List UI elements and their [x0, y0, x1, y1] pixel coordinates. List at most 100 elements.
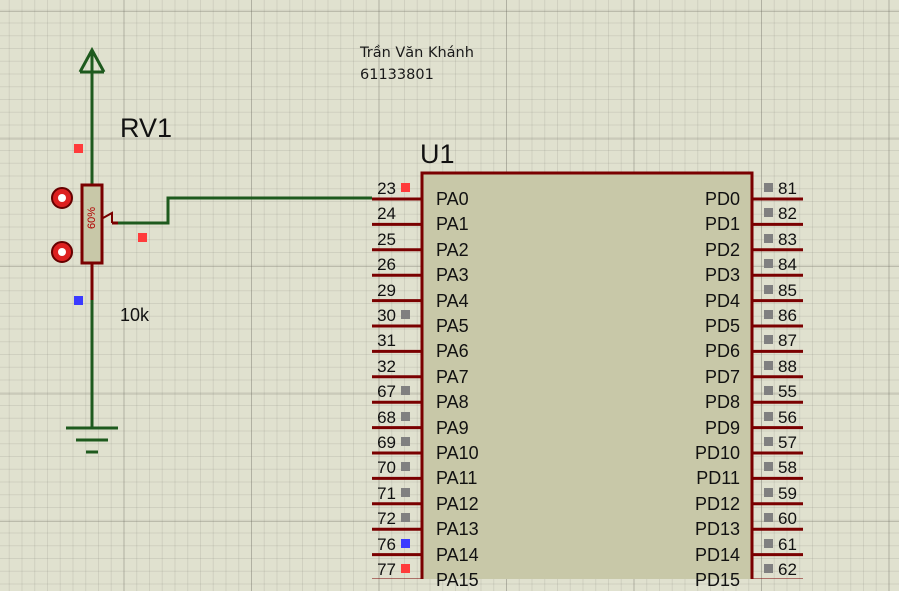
pin-state-indicator	[401, 310, 410, 319]
pin-name: PA12	[436, 493, 479, 514]
pin-name: PD0	[704, 189, 740, 209]
potentiometer-rv1[interactable]	[80, 183, 104, 300]
pin-number: 61	[778, 534, 797, 554]
pin-number: 82	[778, 204, 797, 224]
pin-state-indicator	[401, 437, 410, 446]
pin-name: PA2	[436, 239, 469, 260]
pin-name: PA9	[436, 417, 469, 438]
pin-number: 57	[778, 433, 797, 452]
rv1-bottom-state	[74, 296, 83, 305]
pin-name: PD1	[704, 214, 740, 235]
pin-number: 31	[377, 331, 396, 351]
pin-number: 23	[377, 179, 396, 198]
rv1-wiper-state	[138, 233, 147, 242]
pin-name: PD7	[704, 366, 740, 387]
pin-number: 81	[778, 179, 797, 198]
wiper-wire	[102, 196, 372, 225]
pin-name: PD14	[694, 544, 740, 565]
potentiometer-ref: RV1	[120, 113, 173, 143]
pin-number: 29	[377, 280, 396, 300]
pin-name: PA14	[436, 544, 479, 565]
pin-name: PD11	[696, 468, 740, 489]
pin-state-indicator	[401, 411, 410, 421]
pin-number: 24	[377, 204, 396, 224]
probe-plus-icon[interactable]	[51, 187, 73, 209]
pin-number: 58	[778, 458, 797, 478]
pin-name: PA3	[436, 265, 469, 286]
pin-state-indicator	[764, 487, 773, 497]
potentiometer-value: 10k	[120, 305, 150, 325]
pin-state-indicator	[764, 462, 773, 472]
chip-ref: U1	[420, 139, 455, 169]
pin-number: 76	[377, 534, 396, 554]
chip-u1-body[interactable]	[420, 171, 754, 579]
pin-name: PA13	[436, 519, 479, 540]
pin-name: PA8	[436, 392, 469, 413]
pin-number: 32	[377, 356, 396, 376]
pin-state-indicator	[764, 310, 773, 319]
pin-name: PD15	[694, 570, 740, 590]
pin-name: PD6	[704, 341, 740, 362]
pin-name: PA4	[436, 290, 469, 311]
pin-number: 69	[377, 433, 396, 452]
pin-number: 71	[377, 483, 396, 503]
pin-state-indicator	[401, 183, 410, 192]
pin-state-indicator	[764, 411, 773, 421]
potentiometer-percent: 60%	[86, 206, 98, 230]
pin-number: 84	[778, 255, 797, 275]
author-student-id: 61133801	[360, 67, 434, 83]
power-arrow-icon[interactable]	[78, 46, 106, 185]
pin-number: 30	[377, 306, 396, 325]
pin-state-indicator	[401, 386, 410, 396]
pin-state-indicator	[764, 538, 773, 548]
pin-number: 60	[778, 509, 797, 529]
pin-state-indicator	[401, 564, 410, 573]
pin-name: PA0	[436, 189, 469, 209]
pin-name: PA7	[436, 366, 469, 387]
pin-state-indicator	[764, 437, 773, 446]
pin-state-indicator	[764, 233, 773, 243]
pin-name: PD4	[704, 290, 740, 311]
pin-state-indicator	[764, 284, 773, 294]
pin-name: PD9	[704, 417, 740, 438]
pin-state-indicator	[764, 208, 773, 218]
pin-name: PD8	[704, 392, 740, 413]
pin-name: PD2	[704, 239, 740, 260]
pin-number: 55	[778, 382, 797, 402]
pin-name: PA10	[436, 443, 479, 463]
pin-name: PA1	[436, 214, 469, 235]
pin-number: 26	[377, 255, 396, 275]
pin-number: 83	[778, 229, 797, 249]
pin-state-indicator	[764, 564, 773, 573]
author-name: Trần Văn Khánh	[360, 45, 474, 61]
pin-number: 72	[377, 509, 396, 529]
pin-state-indicator	[401, 538, 410, 548]
pin-state-indicator	[764, 335, 773, 345]
pin-state-indicator	[401, 462, 410, 472]
pin-name: PA11	[436, 468, 478, 489]
pin-number: 56	[778, 407, 797, 427]
pin-number: 67	[377, 382, 396, 402]
pin-name: PA5	[436, 316, 469, 336]
pin-name: PD3	[704, 265, 740, 286]
pin-number: 62	[778, 560, 797, 579]
pin-number: 25	[377, 229, 396, 249]
pin-number: 87	[778, 331, 797, 351]
pin-name: PD10	[694, 443, 740, 463]
pin-state-indicator	[764, 513, 773, 523]
pin-state-indicator	[764, 386, 773, 396]
pin-name: PA15	[436, 570, 479, 590]
pin-number: 88	[778, 356, 797, 376]
pin-name: PD12	[694, 493, 740, 514]
pin-state-indicator	[401, 513, 410, 523]
pin-name: PA6	[436, 341, 469, 362]
pin-name: PD13	[694, 519, 740, 540]
pin-number: 70	[377, 458, 396, 478]
pin-state-indicator	[401, 487, 410, 497]
pin-state-indicator	[764, 360, 773, 370]
probe-minus-icon[interactable]	[51, 241, 73, 263]
pin-state-indicator	[764, 259, 773, 269]
pin-number: 59	[778, 483, 797, 503]
ground-icon[interactable]	[66, 300, 118, 454]
rv1-top-state	[74, 144, 83, 153]
